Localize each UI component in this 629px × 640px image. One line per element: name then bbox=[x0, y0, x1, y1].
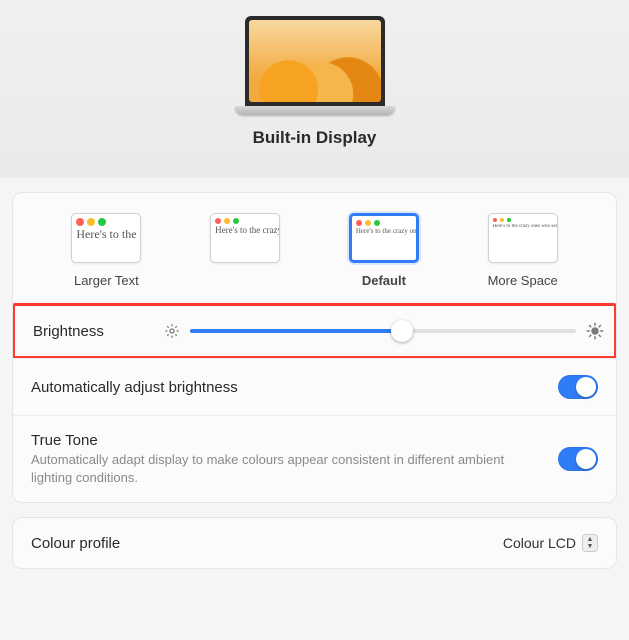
auto-brightness-label: Automatically adjust brightness bbox=[31, 379, 238, 396]
colour-profile-panel: Colour profile Colour LCD ▲▼ bbox=[12, 517, 617, 569]
brightness-low-icon bbox=[164, 323, 180, 339]
resolution-label: Larger Text bbox=[74, 273, 139, 288]
auto-brightness-row: Automatically adjust brightness bbox=[13, 358, 616, 415]
resolution-label: More Space bbox=[488, 273, 558, 288]
brightness-row: Brightness bbox=[12, 303, 617, 359]
brightness-label: Brightness bbox=[33, 323, 104, 340]
colour-profile-label: Colour profile bbox=[31, 535, 120, 552]
brightness-slider-knob[interactable] bbox=[391, 320, 413, 342]
resolution-option-default[interactable]: Here's to the crazy ones who see things … bbox=[334, 213, 434, 288]
resolution-option-larger-text[interactable]: Here's to the crazy ones who see things … bbox=[56, 213, 156, 288]
brightness-slider[interactable] bbox=[190, 329, 576, 333]
resolution-option-2[interactable]: Here's to the crazy ones who see things … bbox=[195, 213, 295, 288]
resolution-option-more-space[interactable]: Here's to the crazy ones who see things … bbox=[473, 213, 573, 288]
resolution-picker: Here's to the crazy ones who see things … bbox=[13, 193, 616, 304]
colour-profile-row: Colour profile Colour LCD ▲▼ bbox=[13, 518, 616, 568]
true-tone-label: True Tone bbox=[31, 432, 511, 449]
display-settings-panel: Here's to the crazy ones who see things … bbox=[12, 192, 617, 503]
resolution-label: Default bbox=[362, 273, 406, 288]
true-tone-toggle[interactable] bbox=[558, 447, 598, 471]
updown-stepper-icon: ▲▼ bbox=[582, 534, 598, 552]
true-tone-description: Automatically adapt display to make colo… bbox=[31, 451, 511, 486]
colour-profile-select[interactable]: Colour LCD ▲▼ bbox=[503, 534, 598, 552]
display-title: Built-in Display bbox=[0, 128, 629, 148]
display-header: Built-in Display bbox=[0, 0, 629, 178]
laptop-illustration bbox=[235, 16, 395, 116]
colour-profile-value: Colour LCD bbox=[503, 535, 576, 551]
true-tone-row: True Tone Automatically adapt display to… bbox=[13, 415, 616, 502]
brightness-high-icon bbox=[586, 322, 604, 340]
auto-brightness-toggle[interactable] bbox=[558, 375, 598, 399]
